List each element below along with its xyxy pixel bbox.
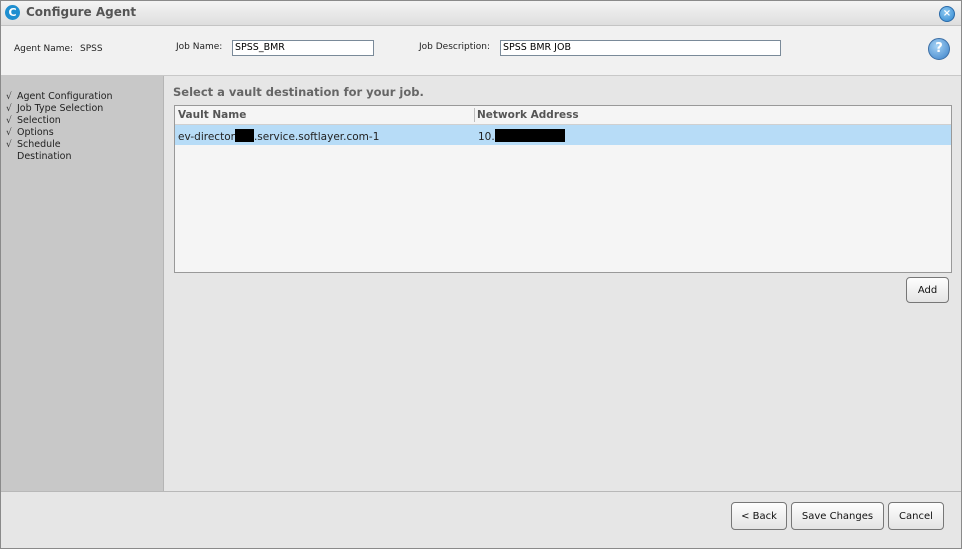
column-divider[interactable] [474, 108, 475, 122]
step-options[interactable]: √ Options [1, 127, 157, 139]
job-description-input[interactable] [500, 40, 781, 56]
job-header: Agent Name: SPSS Job Name: Job Descripti… [1, 26, 961, 76]
step-schedule[interactable]: √ Schedule [1, 139, 157, 151]
save-changes-button[interactable]: Save Changes [791, 502, 884, 530]
job-name-input[interactable] [232, 40, 374, 56]
job-name-label: Job Name: [176, 42, 223, 52]
step-label: Destination [17, 151, 72, 162]
step-label: Agent Configuration [17, 91, 113, 102]
wizard-steps-list: √ Agent Configuration √ Job Type Selecti… [1, 91, 157, 163]
step-job-type-selection[interactable]: √ Job Type Selection [1, 103, 157, 115]
app-logo-icon: C [5, 5, 20, 20]
network-address-cell: 10. [478, 129, 565, 143]
help-icon[interactable]: ? [928, 38, 950, 60]
agent-name-value: SPSS [80, 44, 103, 54]
table-header: Vault Name Network Address [175, 106, 951, 125]
step-agent-configuration[interactable]: √ Agent Configuration [1, 91, 157, 103]
vault-table: Vault Name Network Address ev-director .s… [174, 105, 952, 273]
redaction-block [494, 129, 565, 142]
back-button[interactable]: < Back [731, 502, 787, 530]
title-bar: C Configure Agent × [1, 1, 961, 26]
step-selection[interactable]: √ Selection [1, 115, 157, 127]
close-icon[interactable]: × [939, 6, 955, 22]
page-heading: Select a vault destination for your job. [173, 85, 424, 99]
step-destination[interactable]: Destination [1, 151, 157, 163]
agent-name-label: Agent Name: [14, 44, 74, 54]
checkmark-icon: √ [6, 116, 12, 126]
vault-name-suffix: .service.softlayer.com-1 [253, 131, 380, 143]
vault-name-prefix: ev-director [178, 131, 235, 143]
add-button[interactable]: Add [906, 277, 949, 303]
wizard-steps-sidebar: √ Agent Configuration √ Job Type Selecti… [1, 76, 164, 491]
checkmark-icon: √ [6, 104, 12, 114]
vault-name-cell: ev-director .service.softlayer.com-1 [178, 129, 379, 143]
step-label: Selection [17, 115, 61, 126]
redaction-block [234, 129, 254, 142]
network-address-prefix: 10. [478, 131, 495, 143]
column-header-network-address[interactable]: Network Address [477, 109, 579, 121]
dialog-title: Configure Agent [26, 5, 137, 19]
column-header-vault-name[interactable]: Vault Name [178, 109, 246, 121]
job-description-label: Job Description: [419, 42, 491, 52]
configure-agent-dialog: C Configure Agent × Agent Name: SPSS Job… [0, 0, 962, 549]
checkmark-icon: √ [6, 92, 12, 102]
checkmark-icon: √ [6, 140, 12, 150]
step-label: Job Type Selection [17, 103, 104, 114]
cancel-button[interactable]: Cancel [888, 502, 944, 530]
table-row[interactable]: ev-director .service.softlayer.com-1 10. [175, 125, 951, 145]
step-label: Schedule [17, 139, 61, 150]
step-label: Options [17, 127, 54, 138]
footer-bar: < Back Save Changes Cancel [1, 491, 961, 548]
checkmark-icon: √ [6, 128, 12, 138]
main-panel: Select a vault destination for your job.… [164, 76, 961, 491]
